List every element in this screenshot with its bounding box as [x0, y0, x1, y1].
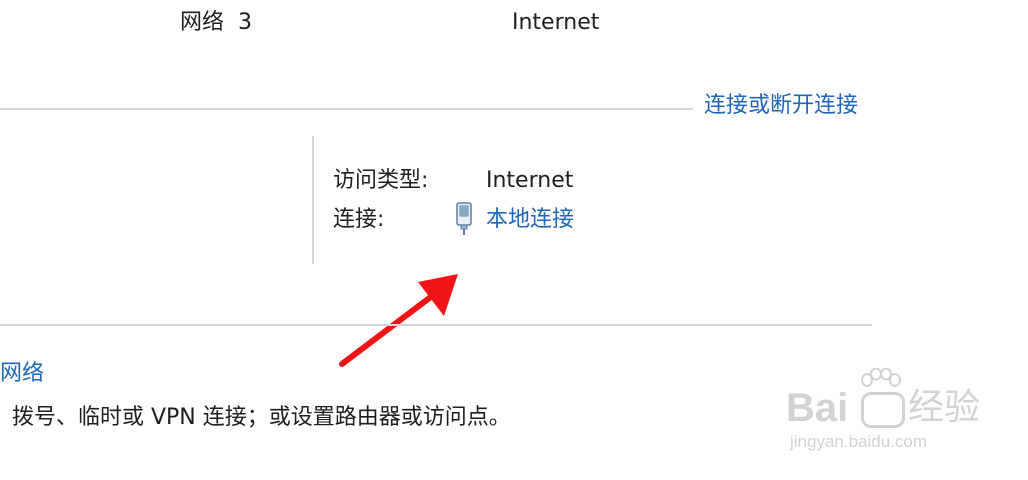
- setup-description: 拨号、临时或 VPN 连接；或设置路由器或访问点。: [12, 405, 511, 430]
- access-type-value: Internet: [486, 168, 574, 193]
- connection-label: 连接:: [333, 207, 385, 232]
- setup-network-link[interactable]: 网络: [0, 361, 44, 387]
- paw-badge-icon: [861, 392, 906, 429]
- network-access-type: Internet: [512, 10, 600, 35]
- baidu-watermark: Bai 经验 jingyan.baidu.com: [786, 366, 986, 462]
- details-vertical-divider: [312, 136, 314, 264]
- annotation-arrow: [330, 262, 470, 374]
- connect-disconnect-link[interactable]: 连接或断开连接: [704, 93, 858, 119]
- ethernet-icon: [454, 202, 474, 236]
- section-divider-top: [0, 108, 693, 110]
- section-divider-bottom: [0, 324, 872, 326]
- watermark-brand-left: Bai: [786, 386, 849, 430]
- network-name: 网络 3: [180, 10, 252, 36]
- network-name-text: 网络: [180, 10, 225, 35]
- local-connection-link[interactable]: 本地连接: [486, 207, 574, 233]
- access-type-label: 访问类型:: [333, 168, 429, 193]
- watermark-brand-right: 经验: [908, 387, 981, 428]
- watermark-url: jingyan.baidu.com: [790, 432, 928, 451]
- network-number: 3: [238, 10, 253, 35]
